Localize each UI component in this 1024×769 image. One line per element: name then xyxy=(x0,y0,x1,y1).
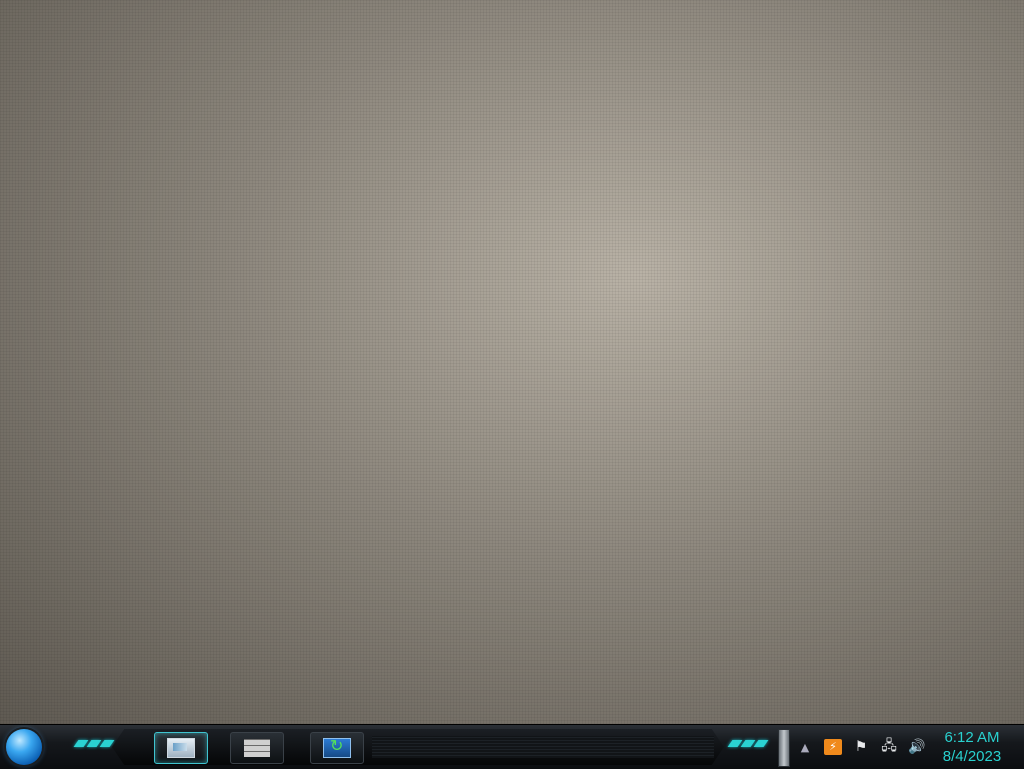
monitor-icon xyxy=(167,738,195,758)
chevron-decoration-right xyxy=(727,740,769,748)
taskbar-button-refresh[interactable] xyxy=(310,732,364,764)
app-icon[interactable]: ⚡ xyxy=(824,739,842,755)
chevron-decoration-left xyxy=(73,740,115,748)
taskbar: ▲ ⚡ ⚑ 🖧 🔊 6:12 AM 8/4/2023 xyxy=(0,724,1024,769)
clock-date: 8/4/2023 xyxy=(942,748,1002,765)
flag-icon[interactable]: ⚑ xyxy=(852,739,870,755)
network-icon[interactable]: 🖧 xyxy=(880,735,898,759)
taskbar-button-wall[interactable] xyxy=(230,732,284,764)
desktop-background xyxy=(0,0,1024,724)
system-tray: ▲ ⚡ ⚑ 🖧 🔊 xyxy=(796,731,926,763)
taskbar-resize-handle[interactable] xyxy=(778,729,790,767)
clock[interactable]: 6:12 AM 8/4/2023 xyxy=(936,728,1008,766)
start-button[interactable] xyxy=(6,729,42,765)
refresh-icon xyxy=(323,736,351,758)
chevron-up-icon[interactable]: ▲ xyxy=(796,741,814,754)
taskbar-button-monitor[interactable] xyxy=(154,732,208,764)
clock-time: 6:12 AM xyxy=(944,729,1000,746)
speaker-icon[interactable]: 🔊 xyxy=(908,739,926,755)
brick-wall-icon xyxy=(244,739,270,757)
